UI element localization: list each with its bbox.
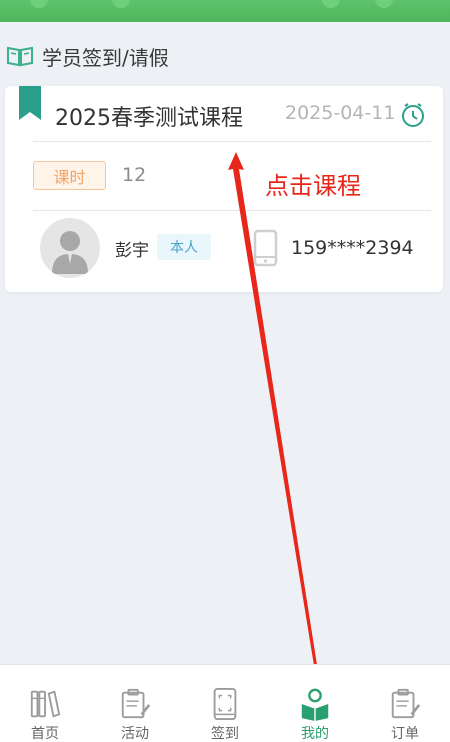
annotation-label: 点击课程 [265,172,361,200]
course-title[interactable]: 2025春季测试课程 [55,100,243,132]
phone-icon [253,229,278,267]
reader-icon [301,688,329,721]
banner-decoration [322,0,340,8]
hours-tag: 课时 [33,161,106,190]
nav-label: 签到 [211,726,239,742]
banner-decoration [30,0,48,8]
divider [33,210,431,211]
avatar [40,218,100,278]
section-header: 学员签到/请假 [0,36,450,76]
order-icon [391,688,421,719]
course-card[interactable]: 2025春季测试课程 2025-04-11 课时 12 点击课程 彭宇 本人 1… [5,86,443,292]
nav-label: 首页 [31,726,59,742]
banner-decoration [112,0,130,8]
hours-value: 12 [122,164,147,186]
bottom-nav: 首页 活动 签到 我的 订单 [0,664,450,742]
nav-item-home[interactable]: 首页 [0,665,90,742]
page-title: 学员签到/请假 [42,45,169,70]
open-book-icon [6,44,36,68]
banner-decoration [375,0,393,8]
nav-item-orders[interactable]: 订单 [360,665,450,742]
divider [33,141,431,142]
bookmark-icon [19,86,41,120]
phone-number: 159****2394 [291,237,414,259]
nav-label: 我的 [301,726,329,742]
nav-label: 活动 [121,726,149,742]
clock-icon [402,103,424,127]
nav-item-activity[interactable]: 活动 [90,665,180,742]
nav-item-mine[interactable]: 我的 [270,665,360,742]
nav-item-checkin[interactable]: 签到 [180,665,270,742]
nav-label: 订单 [391,726,419,742]
course-date: 2025-04-11 [285,102,396,124]
top-banner [0,0,450,22]
student-name: 彭宇 [115,241,149,261]
self-badge: 本人 [157,234,211,260]
books-icon [30,690,61,718]
scan-icon [213,687,237,721]
person-silhouette-icon [52,231,88,274]
notepad-icon [121,688,151,719]
